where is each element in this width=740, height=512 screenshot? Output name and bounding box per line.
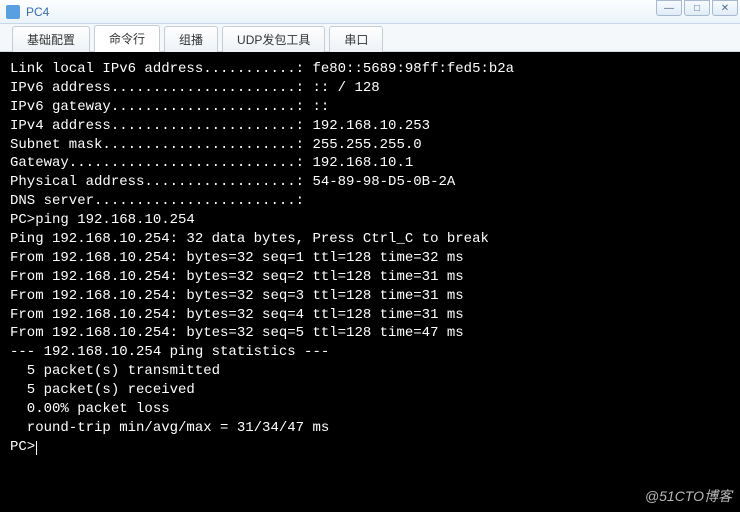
tab-udp-tool[interactable]: UDP发包工具 xyxy=(222,26,325,52)
terminal-line: IPv6 gateway......................: :: xyxy=(10,98,730,117)
close-button[interactable]: ✕ xyxy=(712,0,738,16)
terminal-cursor xyxy=(36,441,37,455)
minimize-button[interactable]: — xyxy=(656,0,682,16)
terminal-line: PC>ping 192.168.10.254 xyxy=(10,211,730,230)
terminal-line: From 192.168.10.254: bytes=32 seq=2 ttl=… xyxy=(10,268,730,287)
tab-multicast[interactable]: 组播 xyxy=(164,26,218,52)
terminal-line: Gateway...........................: 192.… xyxy=(10,154,730,173)
watermark-text: @51CTO博客 xyxy=(645,486,732,506)
tab-label: UDP发包工具 xyxy=(237,33,310,47)
terminal-line: 5 packet(s) received xyxy=(10,381,730,400)
terminal-line: 0.00% packet loss xyxy=(10,400,730,419)
maximize-button[interactable]: □ xyxy=(684,0,710,16)
terminal-line: From 192.168.10.254: bytes=32 seq=5 ttl=… xyxy=(10,324,730,343)
terminal-line: --- 192.168.10.254 ping statistics --- xyxy=(10,343,730,362)
terminal-line: Physical address..................: 54-8… xyxy=(10,173,730,192)
terminal-line: Link local IPv6 address...........: fe80… xyxy=(10,60,730,79)
terminal-line: PC> xyxy=(10,438,730,457)
tab-label: 基础配置 xyxy=(27,33,75,47)
tab-bar: 基础配置 命令行 组播 UDP发包工具 串口 xyxy=(0,24,740,52)
terminal-line: From 192.168.10.254: bytes=32 seq=4 ttl=… xyxy=(10,306,730,325)
terminal-line: IPv6 address......................: :: /… xyxy=(10,79,730,98)
terminal-line: Ping 192.168.10.254: 32 data bytes, Pres… xyxy=(10,230,730,249)
terminal-output[interactable]: Link local IPv6 address...........: fe80… xyxy=(0,52,740,512)
tab-label: 串口 xyxy=(344,33,368,47)
terminal-line: DNS server........................: xyxy=(10,192,730,211)
tab-basic-config[interactable]: 基础配置 xyxy=(12,26,90,52)
terminal-line: round-trip min/avg/max = 31/34/47 ms xyxy=(10,419,730,438)
terminal-line: 5 packet(s) transmitted xyxy=(10,362,730,381)
terminal-line: From 192.168.10.254: bytes=32 seq=1 ttl=… xyxy=(10,249,730,268)
terminal-line: From 192.168.10.254: bytes=32 seq=3 ttl=… xyxy=(10,287,730,306)
terminal-line: Subnet mask.......................: 255.… xyxy=(10,136,730,155)
title-bar: PC4 — □ ✕ xyxy=(0,0,740,24)
tab-command-line[interactable]: 命令行 xyxy=(94,25,160,52)
tab-label: 命令行 xyxy=(109,32,145,46)
app-icon xyxy=(6,5,20,19)
window-title: PC4 xyxy=(26,5,49,19)
window-controls: — □ ✕ xyxy=(656,0,738,16)
terminal-line: IPv4 address......................: 192.… xyxy=(10,117,730,136)
tab-serial[interactable]: 串口 xyxy=(329,26,383,52)
tab-label: 组播 xyxy=(179,33,203,47)
